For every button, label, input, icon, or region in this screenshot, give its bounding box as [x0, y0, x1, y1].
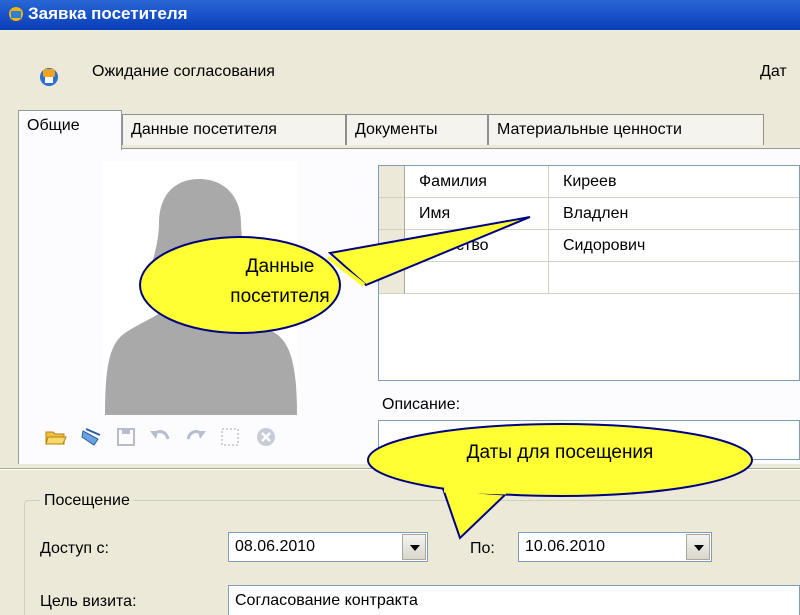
window-title: Заявка посетителя [28, 4, 188, 23]
callout-visit-dates-text: Даты для посещения [466, 442, 654, 463]
table-row[interactable]: Фамилия Киреев [379, 166, 799, 198]
field-value-cell[interactable]: Киреев [549, 166, 799, 198]
date-label: Дат [760, 63, 787, 80]
status-text: Ожидание согласования [92, 63, 275, 80]
delete-icon[interactable] [254, 425, 278, 449]
visit-purpose-label: Цель визита: [40, 593, 137, 610]
status-icon [40, 68, 58, 86]
access-from-value: 08.06.2010 [235, 538, 316, 555]
tab-general[interactable]: Общие [18, 110, 122, 150]
crop-icon[interactable] [218, 425, 242, 449]
tab-valuables[interactable]: Материальные ценности [488, 114, 764, 145]
redo-icon[interactable] [184, 425, 208, 449]
callout-visit-dates [367, 423, 753, 540]
field-name-cell: Фамилия [405, 166, 549, 198]
row-header [379, 166, 405, 198]
field-value-cell[interactable]: Сидорович [549, 230, 799, 262]
access-to-label: По: [470, 540, 495, 557]
tab-documents[interactable]: Документы [346, 114, 488, 145]
open-folder-icon[interactable] [44, 425, 68, 449]
undo-icon[interactable] [148, 425, 172, 449]
title-bar: Заявка посетителя [0, 0, 800, 30]
scan-icon[interactable] [80, 425, 104, 449]
field-value-cell[interactable]: Владлен [549, 198, 799, 230]
visit-purpose-input[interactable]: Согласование контракта [228, 585, 800, 615]
save-icon[interactable] [114, 425, 138, 449]
visitor-request-window: Заявка посетителя Ожидание согласования … [0, 0, 800, 615]
access-from-label: Доступ с: [40, 540, 109, 557]
tab-strip: Общие Данные посетителя Документы Матери… [18, 110, 800, 150]
field-value-cell[interactable] [549, 262, 799, 294]
photo-toolbar [44, 425, 364, 449]
callout-visitor-data-line2: посетителя [230, 286, 330, 307]
callout-visitor-data-line1: Данные [245, 256, 315, 277]
tab-visitor-data[interactable]: Данные посетителя [122, 114, 346, 145]
app-icon [9, 7, 23, 21]
visit-group-label: Посещение [40, 492, 134, 510]
description-label: Описание: [382, 396, 461, 413]
